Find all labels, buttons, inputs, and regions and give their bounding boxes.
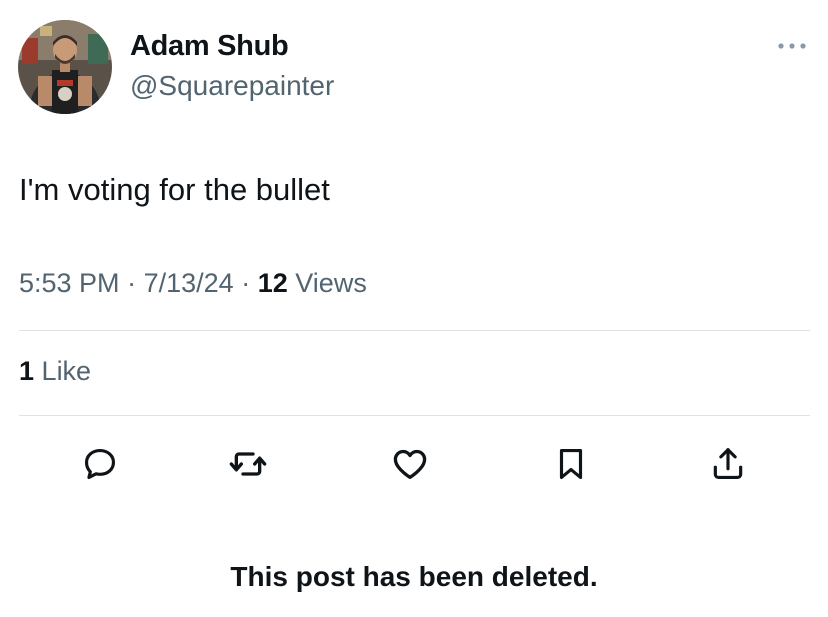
heart-icon bbox=[393, 449, 427, 479]
avatar-photo bbox=[18, 20, 112, 114]
avatar[interactable] bbox=[18, 20, 112, 114]
display-name[interactable]: Adam Shub bbox=[130, 30, 289, 63]
share-button[interactable] bbox=[706, 442, 750, 486]
views-count: 12 bbox=[257, 268, 288, 298]
likes-stat[interactable]: 1 Like bbox=[19, 356, 91, 387]
post-time[interactable]: 5:53 PM bbox=[19, 268, 120, 298]
repost-button[interactable] bbox=[226, 442, 270, 486]
repost-icon bbox=[229, 452, 267, 476]
share-icon bbox=[713, 448, 743, 480]
bookmark-button[interactable] bbox=[549, 442, 593, 486]
divider bbox=[19, 330, 810, 331]
more-horizontal-icon bbox=[778, 43, 806, 49]
bookmark-icon bbox=[559, 448, 583, 480]
more-options-button[interactable] bbox=[776, 36, 808, 56]
reply-icon bbox=[84, 448, 116, 480]
user-handle[interactable]: @Squarepainter bbox=[130, 70, 334, 102]
like-button[interactable] bbox=[388, 442, 432, 486]
reply-button[interactable] bbox=[78, 442, 122, 486]
views-label: Views bbox=[295, 268, 367, 298]
likes-label: Like bbox=[41, 356, 92, 386]
meta-separator: · bbox=[241, 268, 251, 298]
likes-count: 1 bbox=[19, 356, 35, 386]
deleted-notice: This post has been deleted. bbox=[230, 561, 598, 592]
meta-separator: · bbox=[127, 268, 137, 298]
post-meta: 5:53 PM · 7/13/24 · 12 Views bbox=[19, 268, 367, 299]
post-date[interactable]: 7/13/24 bbox=[144, 268, 234, 298]
divider bbox=[19, 415, 810, 416]
post-text: I'm voting for the bullet bbox=[19, 172, 330, 207]
